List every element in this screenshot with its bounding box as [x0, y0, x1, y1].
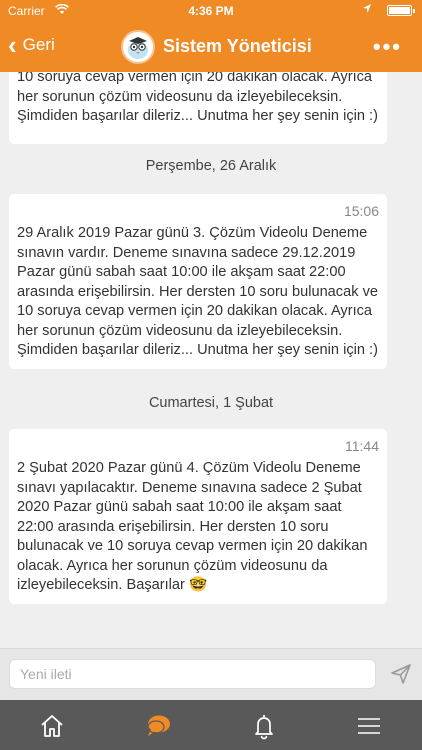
message-time: 15:06 — [343, 203, 379, 219]
message-bubble: 11:44 2 Şubat 2020 Pazar günü 4. Çözüm V… — [9, 429, 387, 604]
message-time: 11:44 — [345, 438, 379, 454]
more-options-button[interactable]: ••• — [373, 34, 402, 60]
send-icon[interactable] — [390, 663, 412, 685]
tab-bar — [0, 700, 422, 750]
message-bubble: 10 soruya cevap vermen için 20 dakikan o… — [9, 72, 387, 144]
avatar[interactable] — [121, 30, 155, 64]
navigation-bar: ‹ Geri Sistem Yöneticisi ••• — [0, 22, 422, 72]
message-input[interactable] — [9, 659, 376, 689]
message-bubble: 15:06 29 Aralık 2019 Pazar günü 3. Çözüm… — [9, 194, 387, 369]
back-label: Geri — [22, 35, 55, 54]
location-icon — [362, 3, 372, 18]
chevron-left-icon: ‹ — [8, 30, 17, 60]
message-text: 10 soruya cevap vermen için 20 dakikan o… — [17, 72, 378, 124]
battery-icon — [387, 5, 415, 16]
message-list[interactable]: 10 soruya cevap vermen için 20 dakikan o… — [0, 72, 422, 648]
home-icon[interactable] — [38, 712, 66, 740]
chat-icon[interactable] — [144, 712, 172, 740]
date-separator: Perşembe, 26 Aralık — [145, 158, 277, 174]
clock: 4:36 PM — [188, 4, 234, 18]
page-title: Sistem Yöneticisi — [163, 36, 312, 56]
date-separator: Cumartesi, 1 Şubat — [148, 395, 274, 411]
back-button[interactable]: ‹ Geri — [8, 30, 55, 60]
menu-icon[interactable] — [355, 712, 383, 740]
message-text: 29 Aralık 2019 Pazar günü 3. Çözüm Video… — [17, 225, 378, 358]
bell-icon[interactable] — [250, 712, 278, 740]
message-composer — [0, 648, 422, 700]
message-text: 2 Şubat 2020 Pazar günü 4. Çözüm Videolu… — [17, 460, 368, 593]
status-bar: Carrier 4:36 PM — [0, 0, 422, 22]
